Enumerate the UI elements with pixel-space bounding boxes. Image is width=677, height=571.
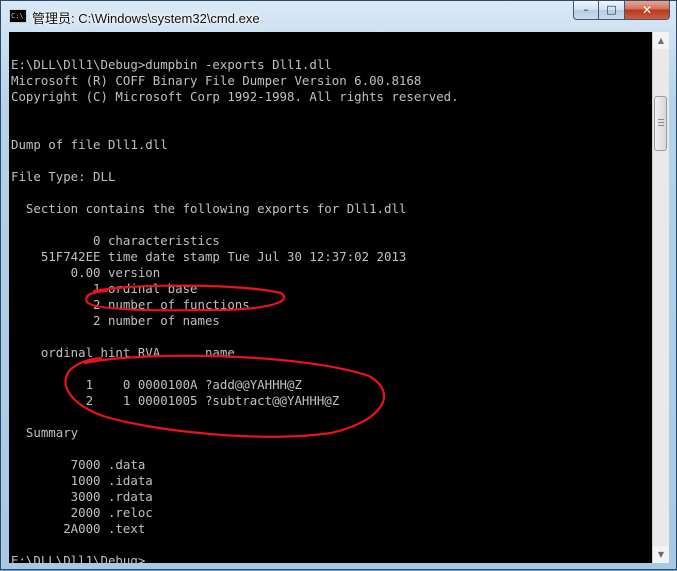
console-line: E:\DLL\Dll1\Debug>dumpbin -exports Dll1.… bbox=[11, 57, 332, 72]
console-line: 1 ordinal base bbox=[11, 281, 198, 296]
scroll-down-arrow-icon[interactable]: ▼ bbox=[653, 546, 669, 563]
caption-buttons: – □ ✕ bbox=[573, 1, 670, 21]
window-title: 管理员: C:\Windows\system32\cmd.exe bbox=[32, 11, 260, 26]
console-line: Summary bbox=[11, 425, 79, 440]
console-line: 7000 .data bbox=[11, 457, 146, 472]
close-button[interactable]: ✕ bbox=[625, 1, 670, 20]
console-line: 2 1 00001005 ?subtract@@YAHHH@Z bbox=[11, 393, 340, 408]
cmd-window: C:\ 管理员: C:\Windows\system32\cmd.exe – □… bbox=[0, 0, 677, 570]
scrollbar-thumb[interactable] bbox=[654, 96, 667, 151]
minimize-button[interactable]: – bbox=[573, 1, 599, 20]
console-line: File Type: DLL bbox=[11, 169, 116, 184]
console-line: 2000 .reloc bbox=[11, 505, 153, 520]
console-line: 0.00 version bbox=[11, 265, 161, 280]
console-line: 2 number of names bbox=[11, 313, 220, 328]
console-line: 0 characteristics bbox=[11, 233, 220, 248]
console-line: 2 number of functions bbox=[11, 297, 250, 312]
console-line: Copyright (C) Microsoft Corp 1992-1998. … bbox=[11, 89, 459, 104]
vertical-scrollbar[interactable]: ▲ ▼ bbox=[652, 32, 669, 563]
console-line: Section contains the following exports f… bbox=[11, 201, 407, 216]
console-line: 2A000 .text bbox=[11, 521, 146, 536]
console-output[interactable]: E:\DLL\Dll1\Debug>dumpbin -exports Dll1.… bbox=[9, 32, 652, 563]
console-line: E:\DLL\Dll1\Debug> bbox=[11, 553, 146, 563]
maximize-button[interactable]: □ bbox=[599, 1, 625, 20]
console-line: 1 0 0000100A ?add@@YAHHH@Z bbox=[11, 377, 302, 392]
scroll-up-arrow-icon[interactable]: ▲ bbox=[653, 32, 669, 49]
cmd-app-icon[interactable]: C:\ bbox=[9, 9, 27, 23]
console-line: 51F742EE time date stamp Tue Jul 30 12:3… bbox=[11, 249, 407, 264]
scrollbar-grip bbox=[658, 125, 664, 126]
title-bar[interactable]: C:\ 管理员: C:\Windows\system32\cmd.exe – □… bbox=[1, 1, 676, 32]
console-line: Dump of file Dll1.dll bbox=[11, 137, 168, 152]
console-line: ordinal hint RVA name bbox=[11, 345, 235, 360]
scrollbar-grip bbox=[658, 122, 664, 123]
console-line: 1000 .idata bbox=[11, 473, 153, 488]
console-line: Microsoft (R) COFF Binary File Dumper Ve… bbox=[11, 73, 422, 88]
console-text: E:\DLL\Dll1\Debug>dumpbin -exports Dll1.… bbox=[11, 41, 459, 563]
console-line: 3000 .rdata bbox=[11, 489, 153, 504]
scrollbar-grip bbox=[658, 119, 664, 120]
